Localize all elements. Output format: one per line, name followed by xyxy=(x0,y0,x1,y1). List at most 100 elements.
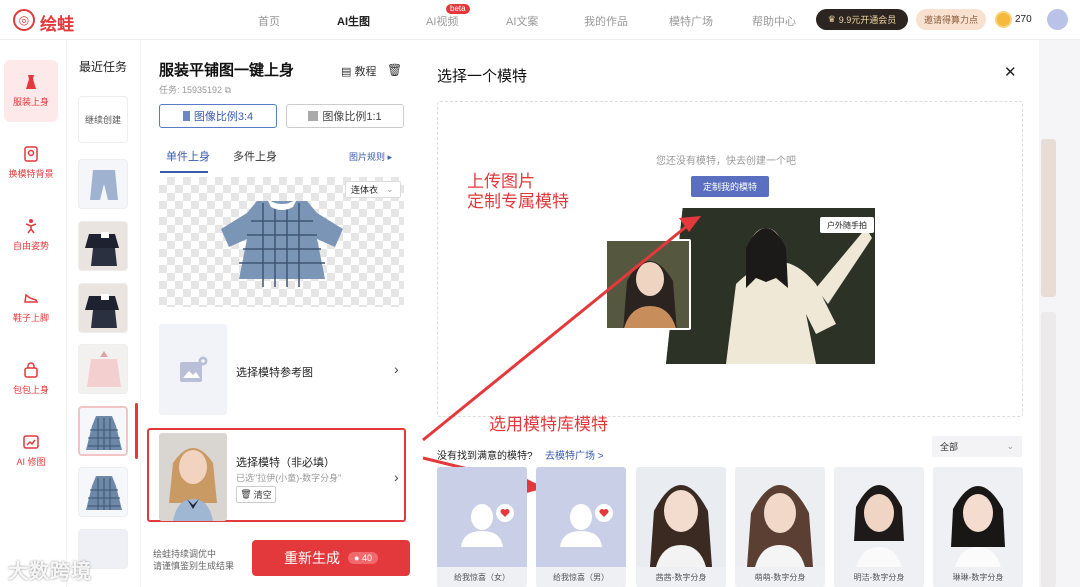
clear-label: 清空 xyxy=(253,490,272,500)
vip-label: 9.9元开通会员 xyxy=(838,15,897,25)
card-caption: 给我惊喜（男） xyxy=(536,567,626,587)
nav-ai-video[interactable]: AI视频 xyxy=(426,13,458,29)
tutorial-label: 教程 xyxy=(354,66,377,78)
model-filter-select[interactable]: 全部 ⌄ xyxy=(932,436,1022,457)
ratio-label: 图像比例3:4 xyxy=(193,111,254,123)
annotation-upload-line1: 上传图片 xyxy=(467,172,535,191)
nav-my-works[interactable]: 我的作品 xyxy=(584,13,628,29)
ref-image-upload[interactable] xyxy=(159,324,227,415)
plaid-dress-image xyxy=(86,476,122,510)
model-face-image xyxy=(636,467,726,567)
regen-cost: 40 xyxy=(361,553,372,563)
vip-button[interactable]: ♛ 9.9元开通会员 xyxy=(816,9,908,30)
crown-icon: ♛ xyxy=(827,14,836,24)
ratio-3-4-button[interactable]: 图像比例3:4 xyxy=(159,104,277,128)
lnav-label: 自由姿势 xyxy=(12,241,49,251)
card-caption: 琳琳-数字分身 xyxy=(933,567,1023,587)
lnav-label: AI 修图 xyxy=(16,457,46,467)
tab-single[interactable]: 单件上身 xyxy=(166,148,210,164)
continue-create-button[interactable]: 继续创建 xyxy=(78,96,128,143)
portrait-icon xyxy=(24,146,38,162)
arrow-box-icon: ▸ xyxy=(387,152,393,162)
task-id-text: 任务: 15935192 xyxy=(159,85,223,95)
outfit-image xyxy=(85,232,119,266)
copy-icon[interactable]: ⧉ xyxy=(225,85,231,95)
not-found-text: 没有找到满意的模特? xyxy=(437,451,533,462)
recent-thumb-selected[interactable] xyxy=(78,406,128,456)
model-card[interactable]: 明洁-数字分身 xyxy=(834,467,924,587)
card-caption: 茜茜-数字分身 xyxy=(636,567,726,587)
sweater-image xyxy=(87,351,121,387)
child-model-image xyxy=(159,433,227,521)
model-card[interactable]: 琳琳-数字分身 xyxy=(933,467,1023,587)
nav-model-plaza[interactable]: 模特广场 xyxy=(669,13,713,29)
chevron-right-icon[interactable]: › xyxy=(394,361,399,377)
recent-thumb[interactable] xyxy=(78,159,128,209)
model-selected-text: 已选"拉伊(小童)-数字分身" xyxy=(236,473,342,483)
model-face-image xyxy=(834,467,924,567)
tutorial-button[interactable]: ▤ 教程 xyxy=(341,63,376,79)
ratio-1-1-button[interactable]: 图像比例1:1 xyxy=(286,104,404,128)
recent-thumb[interactable] xyxy=(78,221,128,271)
lnav-background[interactable]: 换模特背景 xyxy=(4,132,58,194)
photo-edit-icon xyxy=(23,435,39,449)
lnav-clothing[interactable]: 服装上身 xyxy=(4,60,58,122)
model-card-surprise-female[interactable]: 给我惊喜（女） xyxy=(437,467,527,587)
lnav-label: 服装上身 xyxy=(12,97,49,107)
lnav-bag[interactable]: 包包上身 xyxy=(4,348,58,410)
regen-cost-badge: ● 40 xyxy=(348,552,378,564)
selected-model-thumb xyxy=(159,433,227,521)
nav-ai-copy[interactable]: AI文案 xyxy=(506,13,538,29)
coin-icon: ● xyxy=(354,553,360,563)
invite-button[interactable]: 邀请得算力点 xyxy=(916,9,986,30)
background-image-fragment xyxy=(1041,312,1056,587)
empty-state-text: 您还没有模特，快去创建一个吧 xyxy=(656,156,796,167)
close-icon[interactable]: ✕ xyxy=(1004,63,1017,81)
filter-label: 全部 xyxy=(940,442,959,452)
recent-thumb[interactable] xyxy=(78,344,128,394)
shoe-icon xyxy=(24,293,39,303)
ratio-label: 图像比例1:1 xyxy=(322,111,382,123)
recent-thumb[interactable] xyxy=(78,283,128,333)
nav-ai-image[interactable]: AI生图 xyxy=(337,13,370,29)
book-icon: ▤ xyxy=(341,66,352,78)
user-avatar[interactable] xyxy=(1047,9,1068,30)
recent-title: 最近任务 xyxy=(79,60,128,74)
plaid-dress-image xyxy=(86,416,122,450)
card-caption: 给我惊喜（女） xyxy=(437,567,527,587)
add-image-icon xyxy=(180,356,208,382)
lnav-retouch[interactable]: AI 修图 xyxy=(4,420,58,482)
nav-help[interactable]: 帮助中心 xyxy=(752,13,796,29)
model-face-image xyxy=(933,467,1023,567)
lnav-label: 换模特背景 xyxy=(8,169,54,179)
create-model-button[interactable]: 定制我的模特 xyxy=(691,176,769,197)
image-rules-link[interactable]: 图片规则 ▸ xyxy=(349,150,392,163)
logo-icon[interactable]: ◎ xyxy=(13,9,35,31)
garment-type-select[interactable]: 连体衣 ⌄ xyxy=(345,181,401,198)
lnav-shoes[interactable]: 鞋子上脚 xyxy=(4,276,58,338)
portrait-ratio-icon xyxy=(182,111,190,121)
model-card-surprise-male[interactable]: 给我惊喜（男） xyxy=(536,467,626,587)
chevron-right-icon[interactable]: › xyxy=(394,469,399,485)
task-id: 任务: 15935192 ⧉ xyxy=(159,83,231,96)
lnav-pose[interactable]: 自由姿势 xyxy=(4,204,58,266)
goto-plaza-link[interactable]: 去模特广场 > xyxy=(545,447,604,462)
footer-note-2: 请谨慎鉴别生成结果 xyxy=(153,561,235,571)
trash-icon: 🗑 xyxy=(240,489,252,499)
recent-scroll-indicator[interactable] xyxy=(135,403,138,459)
logo-text[interactable]: 绘蛙 xyxy=(40,10,74,35)
lnav-label: 鞋子上脚 xyxy=(12,313,49,323)
nav-home[interactable]: 首页 xyxy=(258,13,280,29)
clear-model-button[interactable]: 🗑 清空 xyxy=(236,486,276,503)
tab-active-underline xyxy=(160,171,208,173)
background-image-fragment xyxy=(1041,139,1056,297)
trash-icon[interactable]: 🗑 xyxy=(387,63,402,77)
regenerate-button[interactable]: 重新生成 ● 40 xyxy=(252,540,410,576)
beta-badge: beta xyxy=(446,4,470,14)
shorts-image xyxy=(90,170,118,200)
watermark: 大数跨境 xyxy=(8,561,92,583)
model-card[interactable]: 萌萌-数字分身 xyxy=(735,467,825,587)
tab-multi[interactable]: 多件上身 xyxy=(233,148,277,164)
model-card[interactable]: 茜茜-数字分身 xyxy=(636,467,726,587)
recent-thumb[interactable] xyxy=(78,467,128,517)
